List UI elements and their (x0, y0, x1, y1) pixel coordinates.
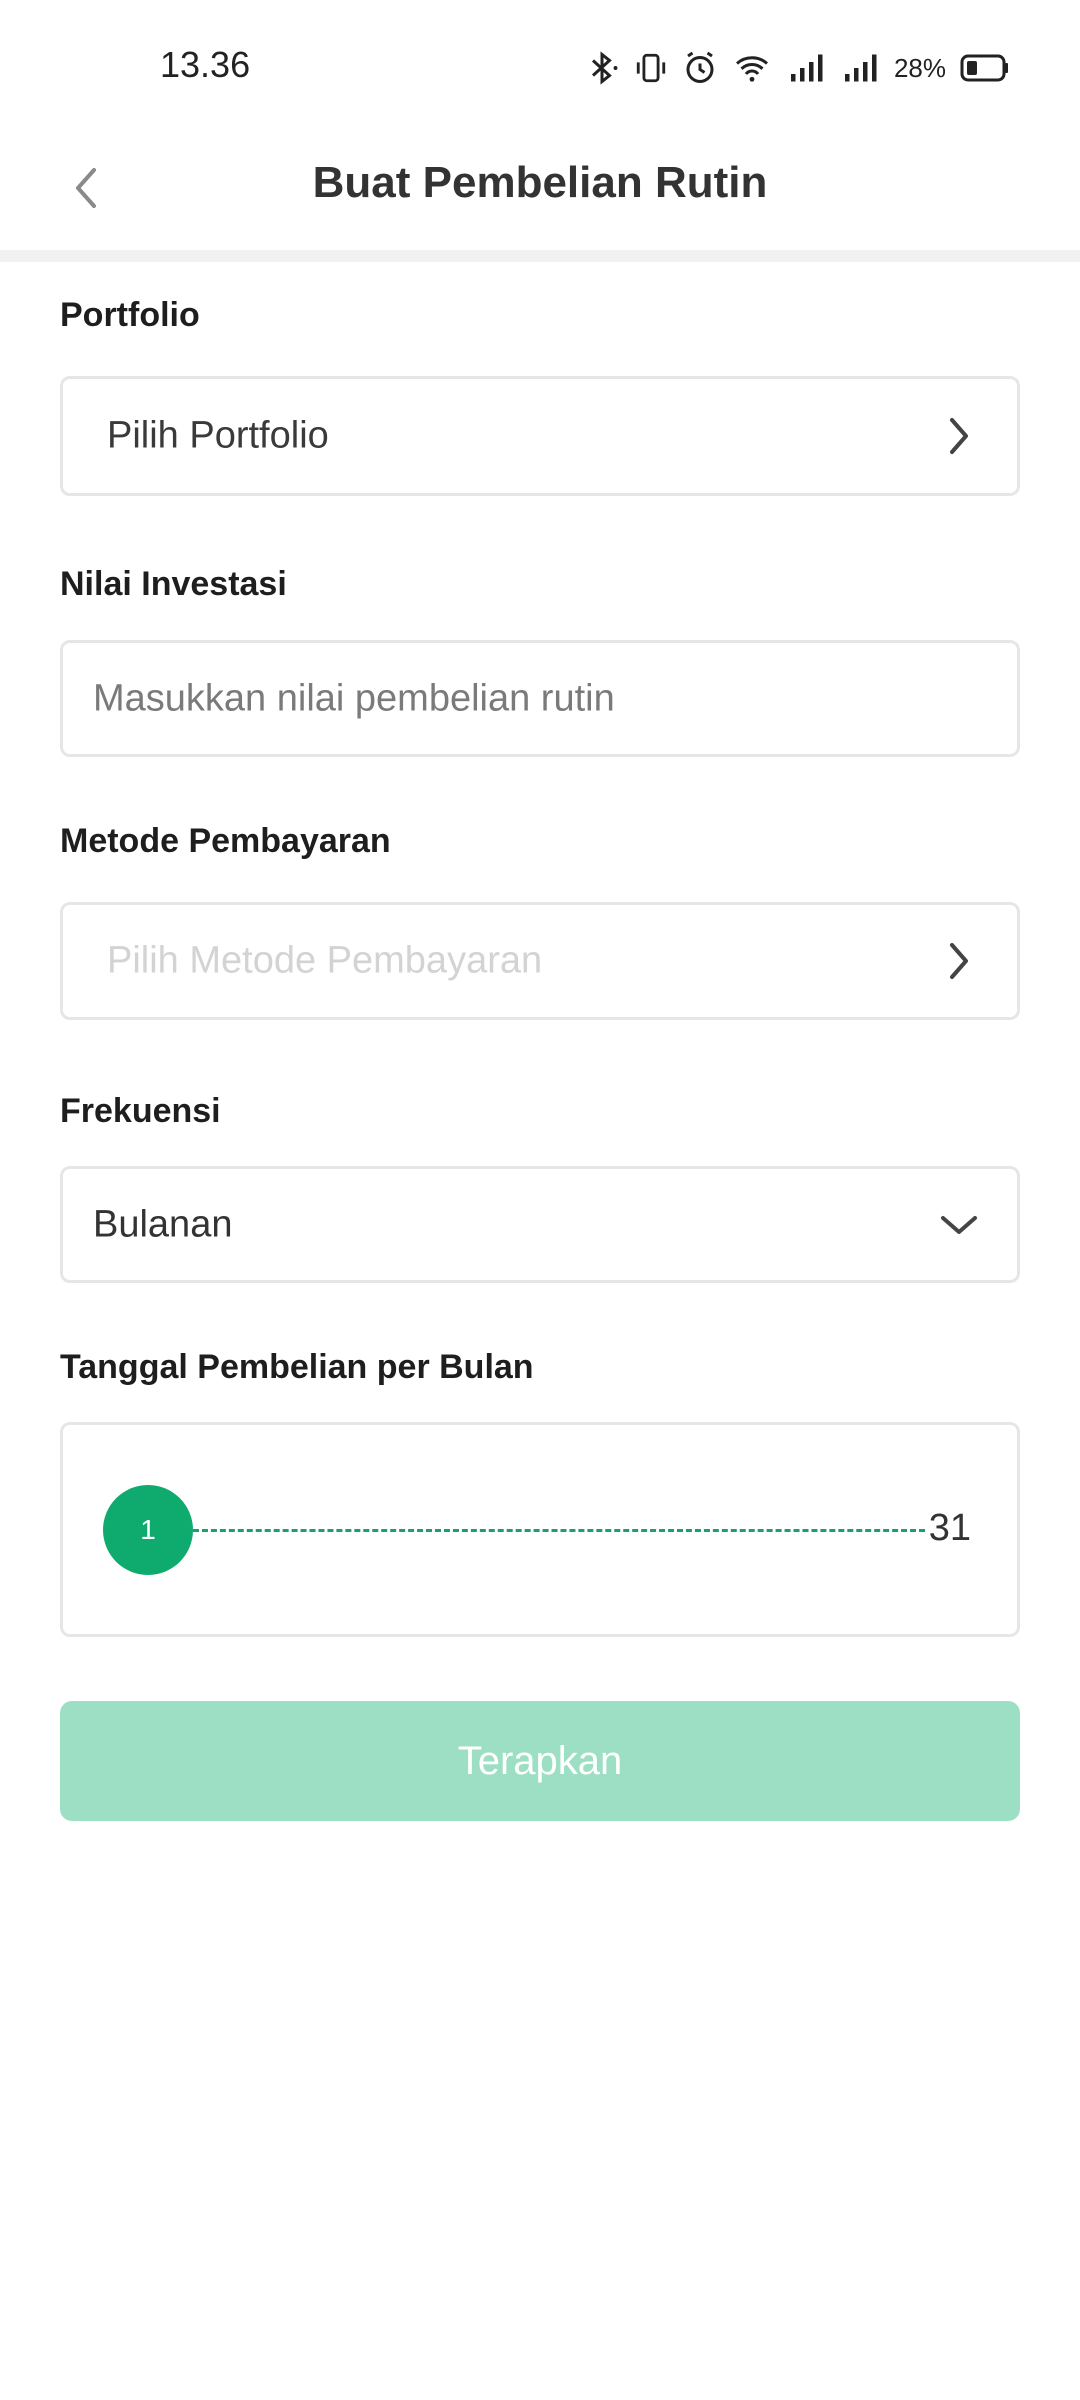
frekuensi-dropdown[interactable]: Bulanan (60, 1166, 1020, 1283)
signal-icon (786, 50, 826, 86)
signal-icon (840, 50, 880, 86)
tanggal-pembelian-label: Tanggal Pembelian per Bulan (60, 1348, 534, 1386)
slider-max-label: 31 (928, 1507, 971, 1549)
slider-thumb[interactable]: 1 (103, 1485, 193, 1575)
metode-pembayaran-selector[interactable]: Pilih Metode Pembayaran (60, 902, 1020, 1020)
header-divider (0, 250, 1080, 262)
chevron-right-icon (937, 939, 981, 983)
chevron-right-icon (937, 414, 981, 458)
metode-pembayaran-placeholder: Pilih Metode Pembayaran (107, 939, 543, 982)
slider-track[interactable] (193, 1529, 925, 1532)
nilai-investasi-input[interactable]: Masukkan nilai pembelian rutin (60, 640, 1020, 757)
frekuensi-value: Bulanan (93, 1203, 233, 1245)
status-bar: 13.36 28% (0, 0, 1080, 130)
portfolio-label: Portfolio (60, 296, 200, 334)
terapkan-button[interactable]: Terapkan (60, 1701, 1020, 1821)
nilai-investasi-label: Nilai Investasi (60, 565, 287, 603)
chevron-down-icon (937, 1203, 981, 1247)
tanggal-slider-card: 1 31 (60, 1422, 1020, 1637)
alarm-icon (682, 50, 718, 86)
wifi-icon (732, 50, 772, 86)
battery-percent: 28% (893, 52, 946, 83)
battery-icon (960, 53, 1010, 83)
status-icons: 28% (584, 48, 1010, 88)
status-time: 13.36 (160, 44, 251, 85)
portfolio-selector[interactable]: Pilih Portfolio (60, 376, 1020, 496)
nilai-investasi-placeholder: Masukkan nilai pembelian rutin (93, 677, 615, 719)
frekuensi-label: Frekuensi (60, 1092, 221, 1130)
metode-pembayaran-label: Metode Pembayaran (60, 822, 391, 860)
portfolio-value: Pilih Portfolio (107, 414, 329, 457)
vibrate-icon (634, 50, 668, 86)
app-header: Buat Pembelian Rutin (0, 130, 1080, 250)
bluetooth-icon (584, 50, 620, 86)
page-title: Buat Pembelian Rutin (312, 158, 768, 207)
